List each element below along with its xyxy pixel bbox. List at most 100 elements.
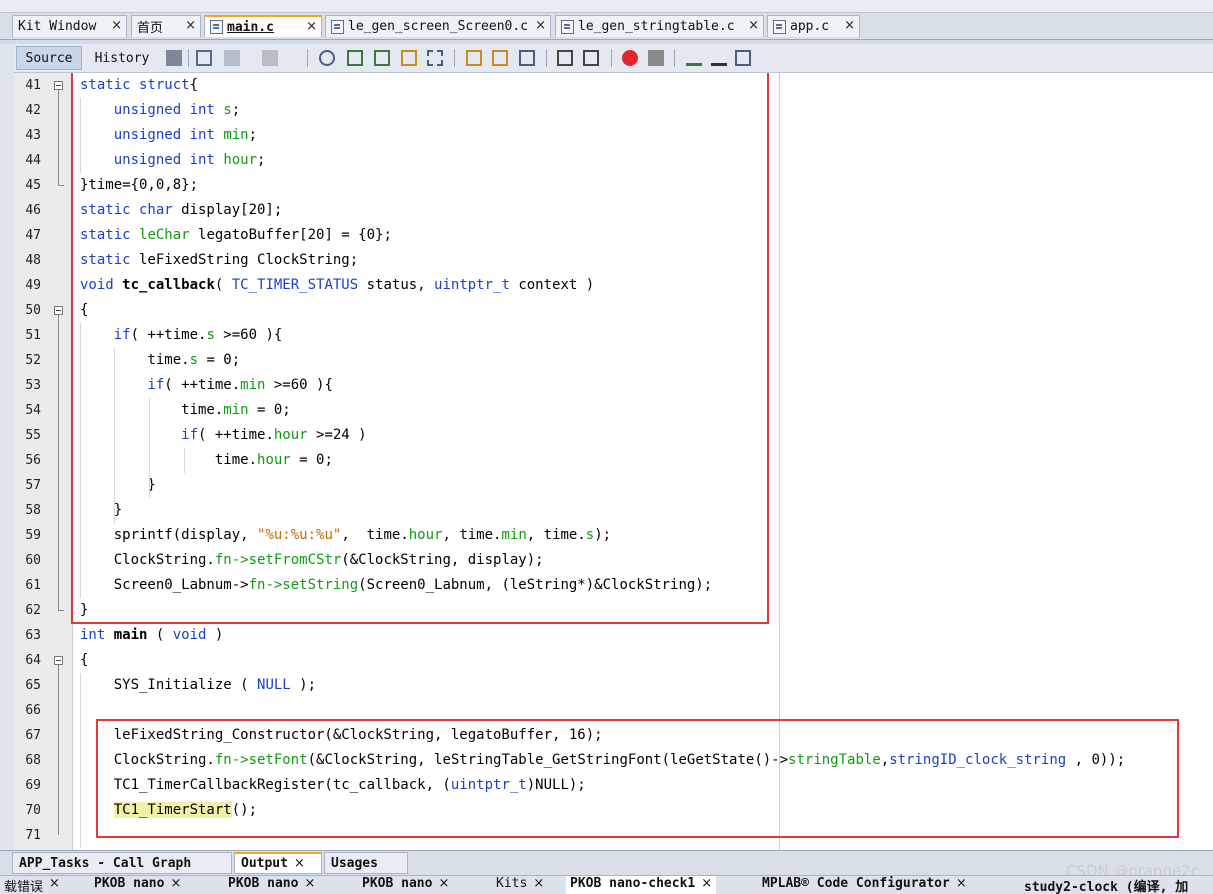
previous-bookmark-icon[interactable]	[466, 50, 482, 66]
output-tab-label: PKOB nano	[362, 876, 433, 891]
code-token: )	[206, 627, 224, 643]
c-file-icon	[210, 20, 223, 34]
line-number: 44	[25, 153, 41, 168]
line-number: 43	[25, 128, 41, 143]
output-subtabs: 载错误 × PKOB nano × PKOB nano × PKOB nano × Ki…	[0, 875, 1213, 894]
close-icon[interactable]: ×	[294, 856, 305, 871]
output-tab-pkob-nano-1[interactable]: PKOB nano ×	[94, 876, 181, 894]
find-previous-icon[interactable]	[347, 50, 363, 66]
close-icon[interactable]: ×	[111, 18, 122, 33]
c-file-icon	[331, 19, 344, 34]
output-tab-study2-clock[interactable]: study2-clock (编译, 加	[1024, 876, 1188, 894]
uncomment-icon[interactable]	[711, 50, 727, 66]
close-icon[interactable]: ×	[49, 876, 60, 891]
fold-toggle-icon[interactable]	[54, 306, 63, 315]
close-icon[interactable]: ×	[438, 876, 449, 891]
output-tab-pkob-nano-check1[interactable]: PKOB nano-check1 ×	[566, 876, 717, 894]
indent-guide	[184, 448, 185, 473]
start-macro-icon[interactable]	[622, 50, 638, 66]
tab-label: le_gen_screen_Screen0.c	[348, 19, 529, 34]
comment-icon[interactable]	[686, 50, 702, 66]
last-edit-icon[interactable]	[166, 50, 182, 66]
line-number: 45	[25, 178, 41, 193]
tab-kit-window[interactable]: Kit Window ×	[12, 15, 127, 37]
tab-le-gen-screen-screen0[interactable]: le_gen_screen_Screen0.c ×	[325, 15, 551, 37]
navigate-forward-icon[interactable]	[262, 50, 278, 66]
tab-label: Usages	[331, 855, 378, 871]
tab-main-c[interactable]: main.c ×	[204, 15, 322, 37]
close-icon[interactable]: ×	[533, 876, 544, 891]
fold-end	[58, 610, 64, 611]
line-number: 65	[25, 678, 41, 693]
output-tab-label: PKOB nano	[94, 876, 165, 891]
find-next-icon[interactable]	[374, 50, 390, 66]
code-line: SYS_Initialize ( NULL );	[80, 673, 316, 698]
tab-output[interactable]: Output ×	[234, 852, 322, 874]
output-tab-mcc[interactable]: MPLAB® Code Configurator ×	[762, 876, 967, 894]
history-tab[interactable]: History	[88, 46, 156, 70]
source-tab[interactable]: Source	[16, 46, 82, 70]
line-number: 49	[25, 278, 41, 293]
code-token: int	[80, 627, 106, 643]
code-token: NULL	[257, 677, 291, 693]
tab-label: main.c	[227, 19, 274, 35]
output-tab-label: PKOB nano	[228, 876, 299, 891]
code-line: int main ( void )	[80, 623, 223, 648]
close-icon[interactable]: ×	[701, 876, 712, 891]
top-strip	[0, 0, 1213, 13]
navigate-back-icon[interactable]	[224, 50, 240, 66]
line-number: 68	[25, 753, 41, 768]
line-number: 48	[25, 253, 41, 268]
fold-toggle-icon[interactable]	[54, 656, 63, 665]
code-token: (	[147, 627, 173, 643]
code-editor[interactable]: 41 42 43 44 45 46 47 48 49 50 51 52 53 54 55 56 57 58 59 60…	[14, 73, 1213, 850]
line-number: 57	[25, 478, 41, 493]
line-number: 55	[25, 428, 41, 443]
tab-le-gen-stringtable[interactable]: le_gen_stringtable.c ×	[555, 15, 764, 37]
toggle-bookmark-icon[interactable]	[519, 50, 535, 66]
stop-macro-icon[interactable]	[648, 50, 664, 66]
line-number: 56	[25, 453, 41, 468]
close-icon[interactable]: ×	[304, 876, 315, 891]
code-token: void	[172, 627, 207, 643]
fold-toggle-icon[interactable]	[54, 81, 63, 90]
rectangular-select-icon[interactable]	[427, 50, 443, 66]
line-number: 50	[25, 303, 41, 318]
indent-guide	[80, 673, 81, 848]
shift-right-icon[interactable]	[583, 50, 599, 66]
close-icon[interactable]: ×	[170, 876, 181, 891]
line-number: 51	[25, 328, 41, 343]
close-icon[interactable]: ×	[185, 18, 196, 33]
diff-icon[interactable]	[735, 50, 751, 66]
go-back-icon[interactable]	[196, 50, 212, 66]
line-number: 63	[25, 628, 41, 643]
fold-end	[58, 185, 64, 186]
line-number: 70	[25, 803, 41, 818]
tab-label: le_gen_stringtable.c	[578, 19, 735, 34]
tab-usages[interactable]: Usages	[324, 852, 408, 874]
close-icon[interactable]: ×	[748, 18, 759, 33]
toggle-highlight-icon[interactable]	[401, 50, 417, 66]
find-icon[interactable]	[319, 50, 335, 66]
output-tab-kits[interactable]: Kits ×	[496, 876, 544, 894]
line-number: 46	[25, 203, 41, 218]
line-number: 54	[25, 403, 41, 418]
line-number: 62	[25, 603, 41, 618]
tab-call-graph[interactable]: APP_Tasks - Call Graph	[12, 852, 232, 874]
tab-app-c[interactable]: app.c ×	[767, 15, 860, 37]
next-bookmark-icon[interactable]	[492, 50, 508, 66]
indent-guide	[80, 323, 81, 598]
shift-left-icon[interactable]	[557, 50, 573, 66]
close-icon[interactable]: ×	[535, 18, 546, 33]
output-tab-pkob-nano-3[interactable]: PKOB nano ×	[362, 876, 449, 894]
line-number: 42	[25, 103, 41, 118]
close-icon[interactable]: ×	[306, 19, 317, 34]
code-token: SYS_Initialize (	[80, 677, 258, 693]
output-tab-pkob-nano-2[interactable]: PKOB nano ×	[228, 876, 315, 894]
close-icon[interactable]: ×	[844, 18, 855, 33]
output-tab-load-errors[interactable]: 载错误 ×	[4, 876, 60, 894]
close-icon[interactable]: ×	[956, 876, 967, 891]
tab-home[interactable]: 首页 ×	[131, 15, 201, 37]
indent-guide	[114, 348, 115, 523]
